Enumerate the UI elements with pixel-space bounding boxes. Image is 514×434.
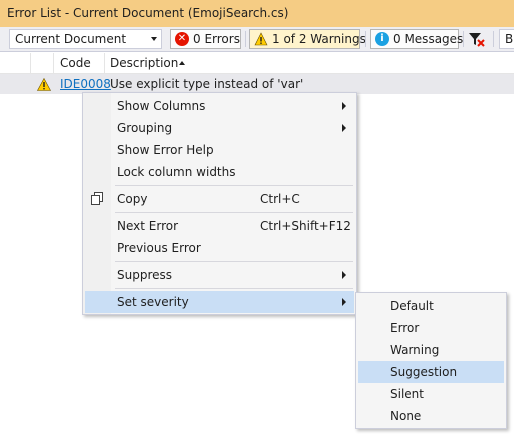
copy-icon xyxy=(91,192,103,205)
severity-option-error[interactable]: Error xyxy=(358,317,504,339)
toolbar-divider xyxy=(245,31,246,47)
menu-separator xyxy=(115,185,353,186)
menu-item-previous-error[interactable]: Previous Error xyxy=(85,237,354,259)
error-code-link[interactable]: IDE0008 xyxy=(60,74,111,94)
column-header-severity[interactable] xyxy=(31,53,54,73)
error-list-toolbar: Current Document ✕ 0 Errors 1 of 2 Warni… xyxy=(0,27,514,52)
menu-item-grouping[interactable]: Grouping xyxy=(85,117,354,139)
severity-option-none[interactable]: None xyxy=(358,405,504,427)
errors-filter-button[interactable]: ✕ 0 Errors xyxy=(170,29,241,49)
menu-separator xyxy=(115,212,353,213)
menu-separator xyxy=(115,288,353,289)
menu-item-label: Copy xyxy=(117,192,148,206)
menu-item-label: Grouping xyxy=(117,121,173,135)
dropdown-chevron-icon xyxy=(151,37,157,41)
severity-option-label: Error xyxy=(390,321,420,335)
warnings-filter-button[interactable]: 1 of 2 Warnings xyxy=(249,29,366,49)
scope-dropdown[interactable]: Current Document xyxy=(9,29,162,49)
severity-option-label: None xyxy=(390,409,422,423)
build-source-dropdown[interactable]: B xyxy=(499,29,514,49)
menu-item-label: Set severity xyxy=(117,295,189,309)
severity-option-warning[interactable]: Warning xyxy=(358,339,504,361)
column-header-row: Code Description xyxy=(0,53,514,74)
submenu-arrow-icon xyxy=(342,298,346,306)
menu-item-show-columns[interactable]: Show Columns xyxy=(85,95,354,117)
menu-item-label: Show Columns xyxy=(117,99,206,113)
filter-button[interactable] xyxy=(465,29,487,49)
menu-item-shortcut: Ctrl+Shift+F12 xyxy=(260,219,351,233)
messages-filter-button[interactable]: i 0 Messages xyxy=(370,29,463,49)
warning-icon xyxy=(37,78,51,91)
menu-item-label: Next Error xyxy=(117,219,179,233)
menu-item-label: Show Error Help xyxy=(117,143,214,157)
error-icon: ✕ xyxy=(175,32,189,46)
filter-icon xyxy=(469,33,485,47)
submenu-arrow-icon xyxy=(342,271,346,279)
menu-item-label: Lock column widths xyxy=(117,165,236,179)
menu-item-next-error[interactable]: Next Error Ctrl+Shift+F12 xyxy=(85,215,354,237)
window-title: Error List - Current Document (EmojiSear… xyxy=(0,0,514,27)
column-header-code-label: Code xyxy=(60,56,91,70)
menu-item-suppress[interactable]: Suppress xyxy=(85,264,354,286)
warnings-label: 1 of 2 Warnings xyxy=(272,32,366,46)
menu-item-lock-column-widths[interactable]: Lock column widths xyxy=(85,161,354,183)
column-header-select[interactable] xyxy=(0,53,31,73)
severity-submenu: Default Error Warning Suggestion Silent … xyxy=(355,292,507,429)
severity-option-label: Silent xyxy=(390,387,424,401)
info-icon: i xyxy=(375,32,389,46)
menu-item-label: Previous Error xyxy=(117,241,201,255)
errors-label: 0 Errors xyxy=(193,32,240,46)
severity-option-label: Warning xyxy=(390,343,440,357)
toolbar-divider xyxy=(493,31,494,47)
error-description: Use explicit type instead of 'var' xyxy=(110,77,304,91)
menu-separator xyxy=(115,261,353,262)
severity-option-suggestion[interactable]: Suggestion xyxy=(358,361,504,383)
table-row[interactable]: IDE0008 Use explicit type instead of 'va… xyxy=(0,74,514,94)
column-header-description[interactable]: Description xyxy=(105,53,514,73)
toolbar-divider xyxy=(365,31,366,47)
submenu-arrow-icon xyxy=(342,124,346,132)
menu-item-copy[interactable]: Copy Ctrl+C xyxy=(85,188,354,210)
menu-item-shortcut: Ctrl+C xyxy=(260,192,300,206)
menu-item-label: Suppress xyxy=(117,268,173,282)
severity-option-label: Default xyxy=(390,299,434,313)
menu-item-set-severity[interactable]: Set severity xyxy=(85,291,354,313)
column-header-description-label: Description xyxy=(110,56,179,70)
build-source-value: B xyxy=(505,32,514,46)
scope-value: Current Document xyxy=(15,32,127,46)
severity-option-silent[interactable]: Silent xyxy=(358,383,504,405)
submenu-arrow-icon xyxy=(342,102,346,110)
warning-icon xyxy=(254,32,268,46)
context-menu: Show Columns Grouping Show Error Help Lo… xyxy=(82,92,357,315)
severity-option-label: Suggestion xyxy=(390,365,458,379)
severity-option-default[interactable]: Default xyxy=(358,295,504,317)
sort-ascending-icon xyxy=(179,61,185,65)
toolbar-divider xyxy=(463,31,464,47)
messages-label: 0 Messages xyxy=(393,32,464,46)
menu-item-show-error-help[interactable]: Show Error Help xyxy=(85,139,354,161)
column-header-code[interactable]: Code xyxy=(54,53,105,73)
